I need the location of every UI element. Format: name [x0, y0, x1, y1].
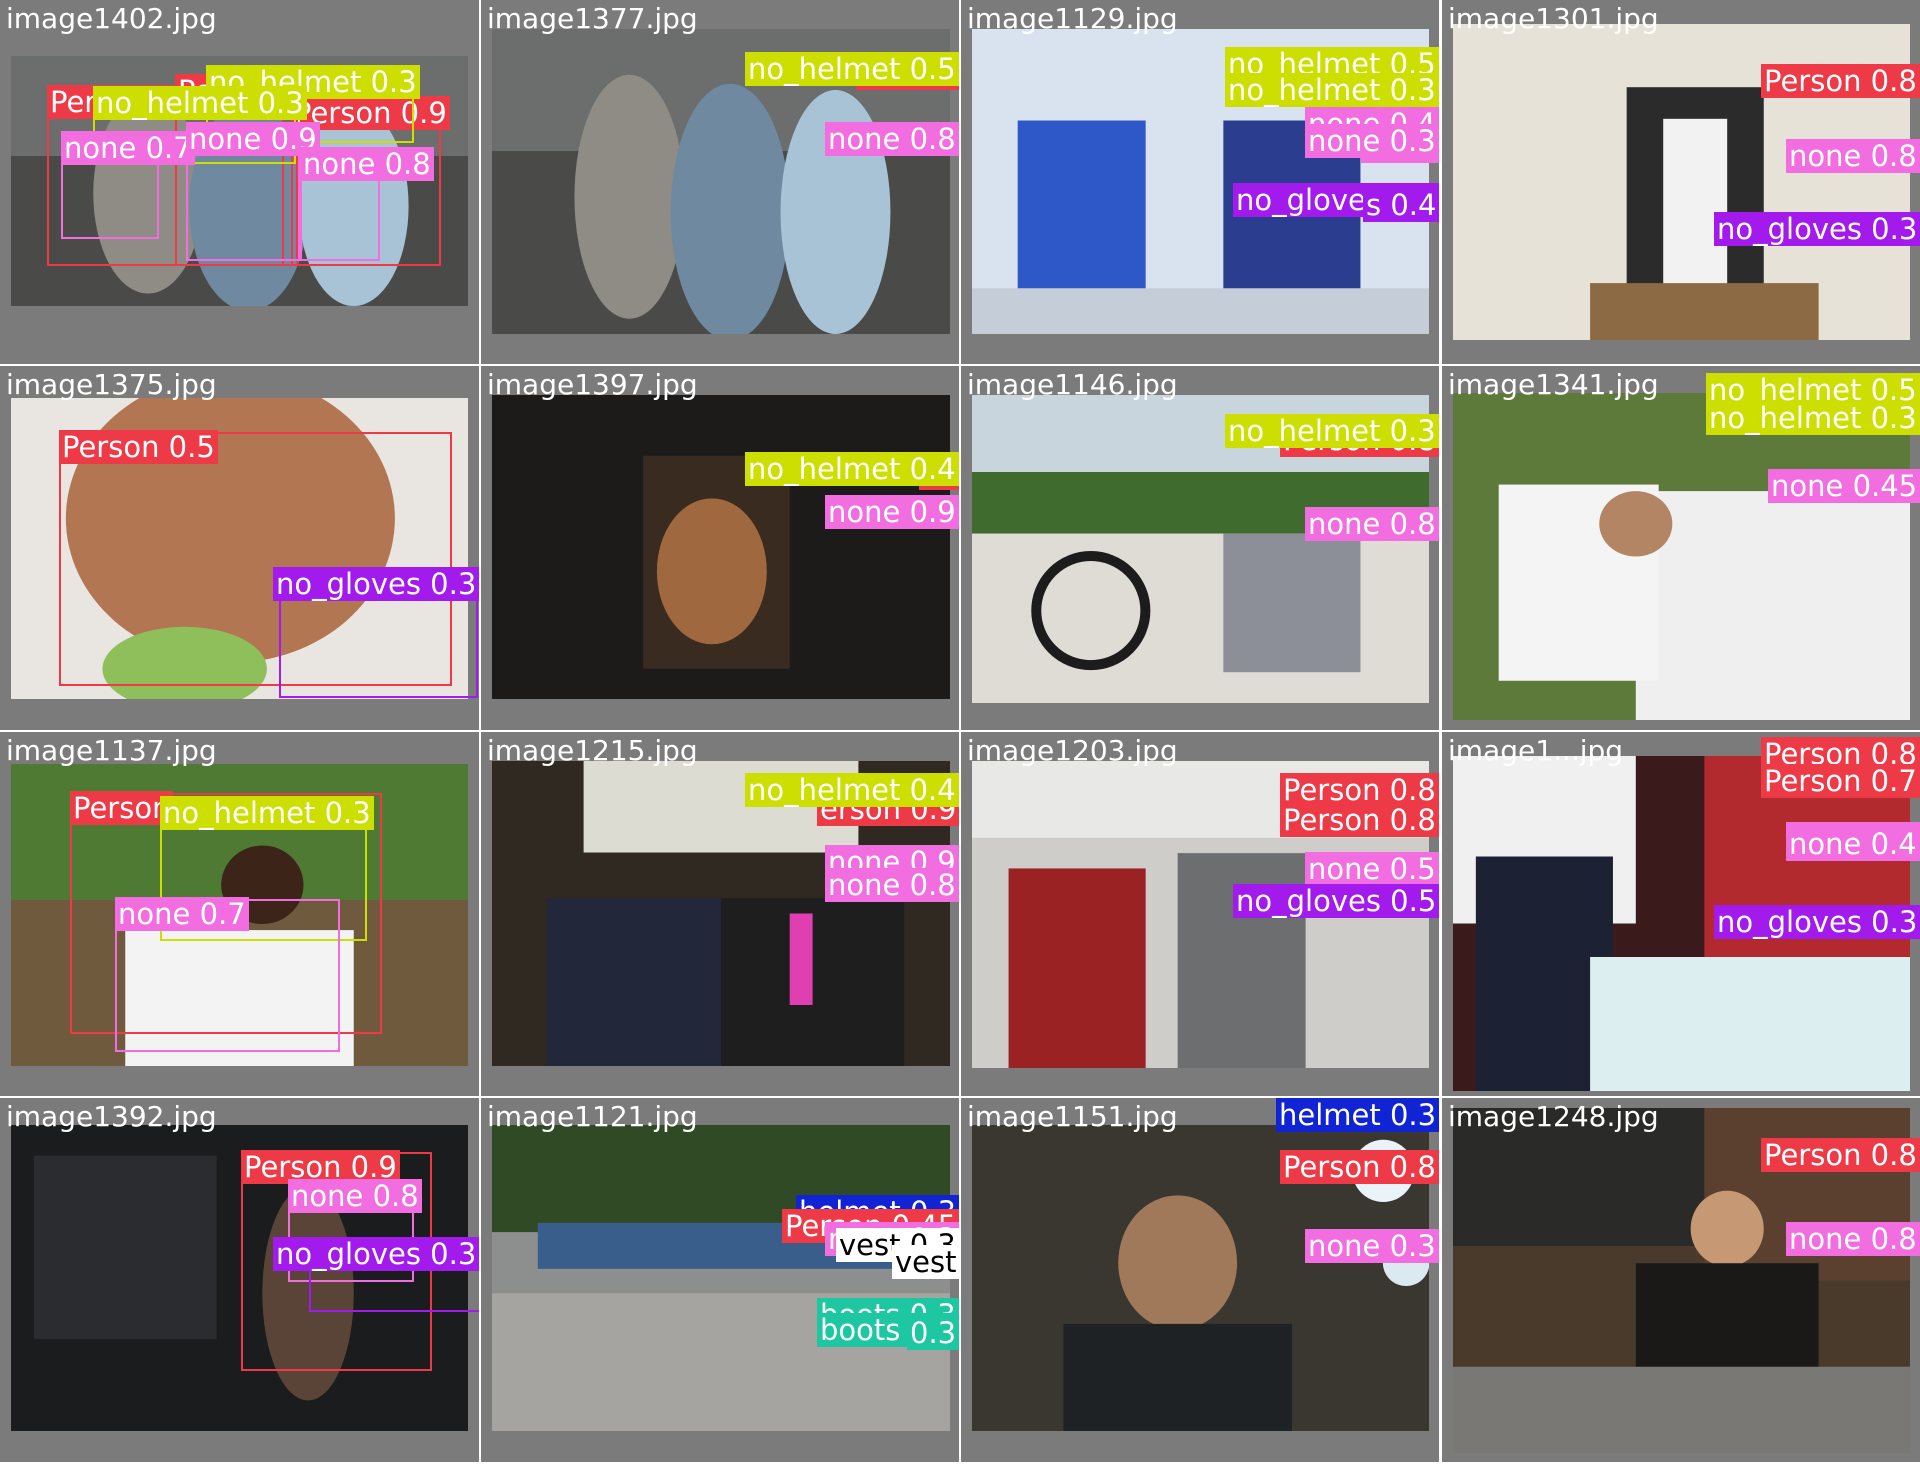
result-tile: image1392.jpg Person 0.9 none 0.8 no_gloves…: [0, 1098, 479, 1462]
image-filename: image1121.jpg: [487, 1100, 698, 1133]
detection-label: none 0.3: [1305, 1229, 1439, 1263]
detection-label: none 0.4: [1786, 827, 1920, 861]
detection-label: no_gloves 0.3: [273, 567, 479, 601]
image-filename: image1203.jpg: [967, 734, 1178, 767]
image-filename: image1137.jpg: [6, 734, 217, 767]
detection-label: vest: [892, 1245, 959, 1279]
image-filename: image1397.jpg: [487, 368, 698, 401]
detection-label: s 0.4: [1363, 188, 1439, 222]
scene-photo: [492, 1125, 950, 1431]
image-filename: image1151.jpg: [967, 1100, 1178, 1133]
detection-label: no_gloves 0.3: [1714, 212, 1920, 246]
detection-label: Person 0.8: [1280, 803, 1439, 837]
detection-label: no_helmet 0.4: [745, 452, 959, 486]
result-tile: image1203.jpg Person 0.8 Person 0.8 none 0.…: [961, 732, 1439, 1096]
detection-label: no_helmet 0.5: [745, 52, 959, 86]
result-tile: image1377.jpgPersonno_helmet 0.5none 0.8: [481, 0, 959, 364]
detection-label: no_helmet 0.4: [745, 773, 959, 807]
detection-grid: image1402.jpgPerson 0.8Person 0.9Personn…: [0, 0, 1920, 1464]
image-filename: image1146.jpg: [967, 368, 1178, 401]
detection-label: none 0.7: [115, 897, 249, 931]
detection-label: none 0.8: [288, 1179, 422, 1213]
detection-label: no_gloves 0.5: [1233, 884, 1439, 918]
detection-label: none 0.3: [1305, 124, 1439, 158]
detection-label: Person 0.5: [59, 430, 218, 464]
image-filename: image1402.jpg: [6, 2, 217, 35]
detection-label: none 0.45: [1768, 469, 1920, 503]
detection-label: no_helmet 0.3: [1706, 401, 1920, 435]
detection-label: none 0.8: [1786, 139, 1920, 173]
image-filename: image1215.jpg: [487, 734, 698, 767]
scene-photo: [1453, 393, 1910, 720]
image-filename: image1248.jpg: [1448, 1100, 1659, 1133]
detection-label: none 0.8: [825, 122, 959, 156]
detection-label: none 0.5: [1305, 852, 1439, 886]
detection-label: 0.3: [907, 1316, 959, 1350]
result-tile: image1...jpgPerson 0.8Person 0.7none 0.7…: [1442, 732, 1920, 1096]
detection-label: no_gloves 0.3: [1714, 905, 1920, 939]
detection-label: Person: [70, 791, 174, 825]
image-filename: image1301.jpg: [1448, 2, 1659, 35]
image-filename: image1341.jpg: [1448, 368, 1659, 401]
result-tile: image1146.jpgPerson 0.8no_helmet 0.3none…: [961, 366, 1439, 730]
detection-label: no_gloves 0.3: [273, 1237, 479, 1271]
scene-photo: [492, 395, 950, 699]
result-tile: image1121.jpghelmet 0.3Person 0.45none 0…: [481, 1098, 959, 1462]
result-tile: image1375.jpg Person 0.5 no_gloves 0.3: [0, 366, 479, 730]
result-tile: image1151.jpg Person 0.8 none 0.3 helmet 0.…: [961, 1098, 1439, 1462]
result-tile: image1301.jpg Person 0.8 none 0.8 no_gloves…: [1442, 0, 1920, 364]
detection-label: none 0.8: [1786, 1222, 1920, 1256]
result-tile: image1402.jpgPerson 0.8Person 0.9Personn…: [0, 0, 479, 364]
result-tile: image1341.jpgPerson 0.no_helmet 0.5no_he…: [1442, 366, 1920, 730]
detection-label: none 0.9: [825, 495, 959, 529]
detection-label: helmet 0.3: [1276, 1098, 1439, 1132]
image-filename: image1377.jpg: [487, 2, 698, 35]
image-filename: image1...jpg: [1448, 734, 1624, 767]
image-filename: image1129.jpg: [967, 2, 1178, 35]
detection-label: Person 0.8: [1280, 773, 1439, 807]
detection-label: none 0.8: [1305, 507, 1439, 541]
detection-label: none 0.7: [61, 131, 195, 165]
detection-label: no_helmet 0.3: [1225, 73, 1439, 107]
result-tile: image1215.jpgPersoerson 0.9no_helmet 0.4…: [481, 732, 959, 1096]
detection-label: Person 0.7: [1761, 764, 1920, 798]
detection-label: Person 0.8: [1761, 1138, 1920, 1172]
image-filename: image1375.jpg: [6, 368, 217, 401]
detection-label: Person 0.8: [1761, 64, 1920, 98]
result-tile: image1397.jpgPeno_helmet 0.4none 0.9: [481, 366, 959, 730]
result-tile: image1248.jpg Person 0.8 none 0.8: [1442, 1098, 1920, 1462]
detection-label: no_helmet 0.3: [160, 796, 374, 830]
result-tile: image1137.jpg Person no_helmet 0.3 none 0.7: [0, 732, 479, 1096]
image-filename: image1392.jpg: [6, 1100, 217, 1133]
detection-label: none 0.8: [300, 147, 434, 181]
detection-label: none 0.8: [825, 868, 959, 902]
detection-label: no_helmet 0.3: [1225, 414, 1439, 448]
detection-label: Person 0.8: [1280, 1150, 1439, 1184]
result-tile: image1129.jpgPersonPersonno_helmet 0.5no…: [961, 0, 1439, 364]
detection-label: no_helmet 0.3: [93, 86, 307, 120]
